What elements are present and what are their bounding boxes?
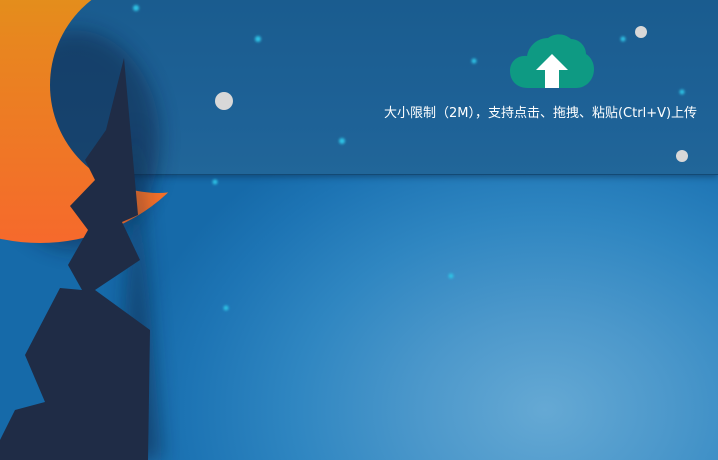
star-icon [133, 5, 139, 11]
cloud-upload-icon[interactable] [510, 30, 594, 92]
star-icon [676, 150, 688, 162]
star-icon [471, 58, 477, 64]
upload-page: 大小限制（2M），支持点击、拖拽、粘贴(Ctrl+V)上传 [0, 0, 718, 460]
star-icon [215, 92, 233, 110]
star-icon [223, 305, 229, 311]
star-icon [339, 138, 345, 144]
upload-hint-text[interactable]: 大小限制（2M），支持点击、拖拽、粘贴(Ctrl+V)上传 [384, 105, 718, 123]
star-icon [448, 273, 454, 279]
star-icon [255, 36, 261, 42]
star-field [133, 5, 688, 311]
star-icon [620, 36, 626, 42]
night-scene [0, 0, 688, 460]
star-icon [212, 179, 218, 185]
star-icon [679, 89, 685, 95]
star-icon [635, 26, 647, 38]
